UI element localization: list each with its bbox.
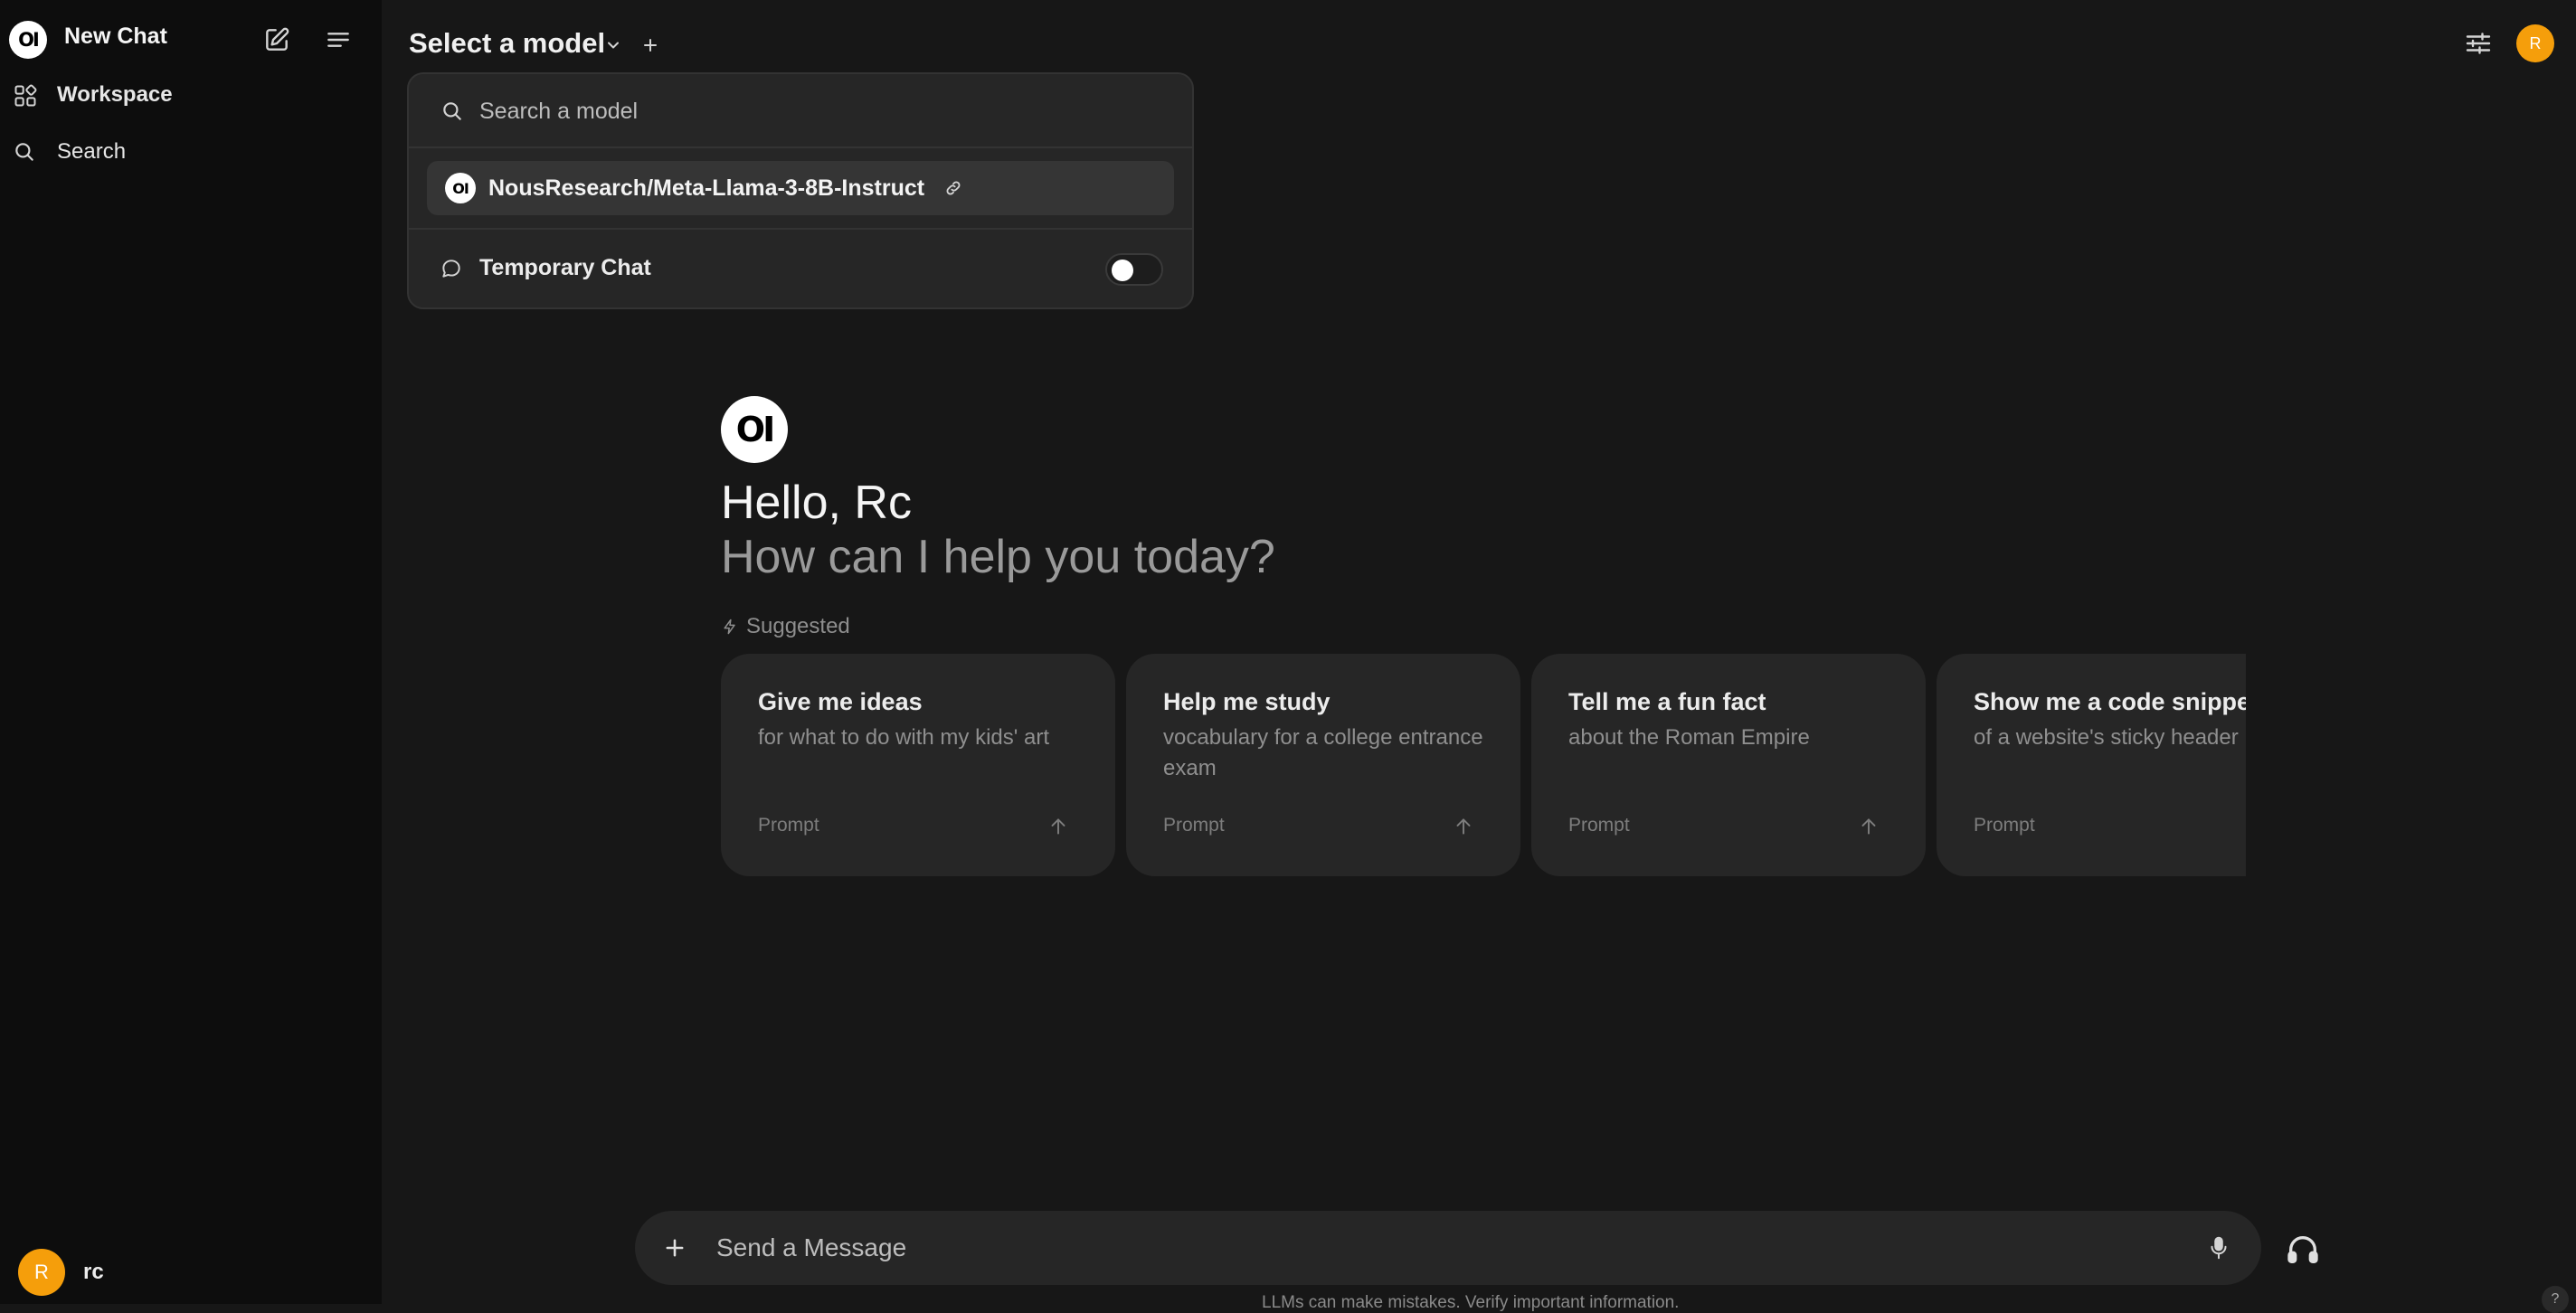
suggested-heading: Suggested [721,613,850,640]
model-selector[interactable]: Select a model [409,25,657,61]
suggestion-title: Tell me a fun fact [1568,688,1766,715]
greeting-subtitle: How can I help you today? [721,531,1275,583]
microphone-icon[interactable] [2205,1233,2232,1262]
app-logo[interactable]: OI [9,21,47,59]
model-selector-label: Select a model [409,27,606,59]
suggestion-tag: Prompt [1974,815,2035,836]
avatar: R [18,1249,65,1296]
message-composer [635,1211,2261,1285]
suggestion-card[interactable]: Help me study vocabulary for a college e… [1126,654,1520,876]
sidebar-header: OI New Chat [0,16,382,63]
headphones-icon[interactable] [2285,1232,2321,1268]
user-menu[interactable]: R rc [18,1249,362,1296]
help-button[interactable]: ? [2542,1286,2569,1313]
sidebar-item-search[interactable]: Search [0,129,382,175]
model-search-input[interactable] [478,92,1147,130]
suggestion-cards: Give me ideas for what to do with my kid… [721,654,2246,876]
toggle-knob [1112,260,1133,281]
add-model-icon[interactable] [639,34,661,56]
search-icon [440,99,464,123]
arrow-up-icon [1857,815,1880,838]
new-chat-button[interactable]: New Chat [64,24,167,50]
model-search [409,74,1192,148]
sidebar: OI New Chat Workspace Search R rc [0,0,382,1304]
temporary-chat-row[interactable]: Temporary Chat [409,228,1192,309]
model-option[interactable]: OI NousResearch/Meta-Llama-3-8B-Instruct [427,161,1174,215]
model-logo: OI [445,173,476,203]
suggestion-subtitle: of a website's sticky header [1974,725,2239,750]
disclaimer-text: LLMs can make mistakes. Verify important… [1262,1293,1680,1312]
model-dropdown: OI NousResearch/Meta-Llama-3-8B-Instruct… [407,72,1194,309]
user-avatar-button[interactable]: R [2516,24,2554,62]
sidebar-item-workspace[interactable]: Workspace [0,72,382,118]
temporary-chat-label: Temporary Chat [479,255,651,280]
suggestion-tag: Prompt [1163,815,1225,836]
search-icon [13,140,38,165]
edit-icon[interactable] [262,25,291,54]
plus-icon[interactable] [662,1235,687,1261]
suggestion-subtitle: for what to do with my kids' art [758,725,1050,750]
temporary-chat-toggle[interactable] [1105,253,1163,286]
suggestion-card[interactable]: Tell me a fun fact about the Roman Empir… [1531,654,1926,876]
sidebar-item-label: Workspace [57,82,173,107]
link-icon[interactable] [944,179,962,197]
suggestion-tag: Prompt [1568,815,1630,836]
hero-logo: OI [721,396,788,463]
user-name: rc [83,1260,104,1284]
chevron-down-icon [604,36,622,54]
suggested-label: Suggested [746,614,850,638]
sidebar-toggle-icon[interactable] [324,25,353,54]
sidebar-item-label: Search [57,139,127,164]
suggestion-subtitle: about the Roman Empire [1568,725,1810,750]
arrow-up-icon [1046,815,1070,838]
greeting: Hello, Rc [721,477,912,529]
suggestion-tag: Prompt [758,815,819,836]
suggestion-card[interactable]: Show me a code snippet of a website's st… [1937,654,2246,876]
lightning-icon [721,618,739,636]
message-input[interactable] [715,1227,2071,1269]
suggestion-title: Help me study [1163,688,1331,715]
suggestion-subtitle: vocabulary for a college entrance exam [1163,725,1483,780]
arrow-up-icon [1452,815,1475,838]
workspace-grid-icon [13,83,38,109]
suggestion-card[interactable]: Give me ideas for what to do with my kid… [721,654,1115,876]
suggestion-title: Give me ideas [758,688,923,715]
suggestion-title: Show me a code snippet [1974,688,2246,715]
model-name: NousResearch/Meta-Llama-3-8B-Instruct [488,175,925,201]
chat-bubble-icon [440,257,463,280]
controls-sliders-icon[interactable] [2462,27,2495,60]
